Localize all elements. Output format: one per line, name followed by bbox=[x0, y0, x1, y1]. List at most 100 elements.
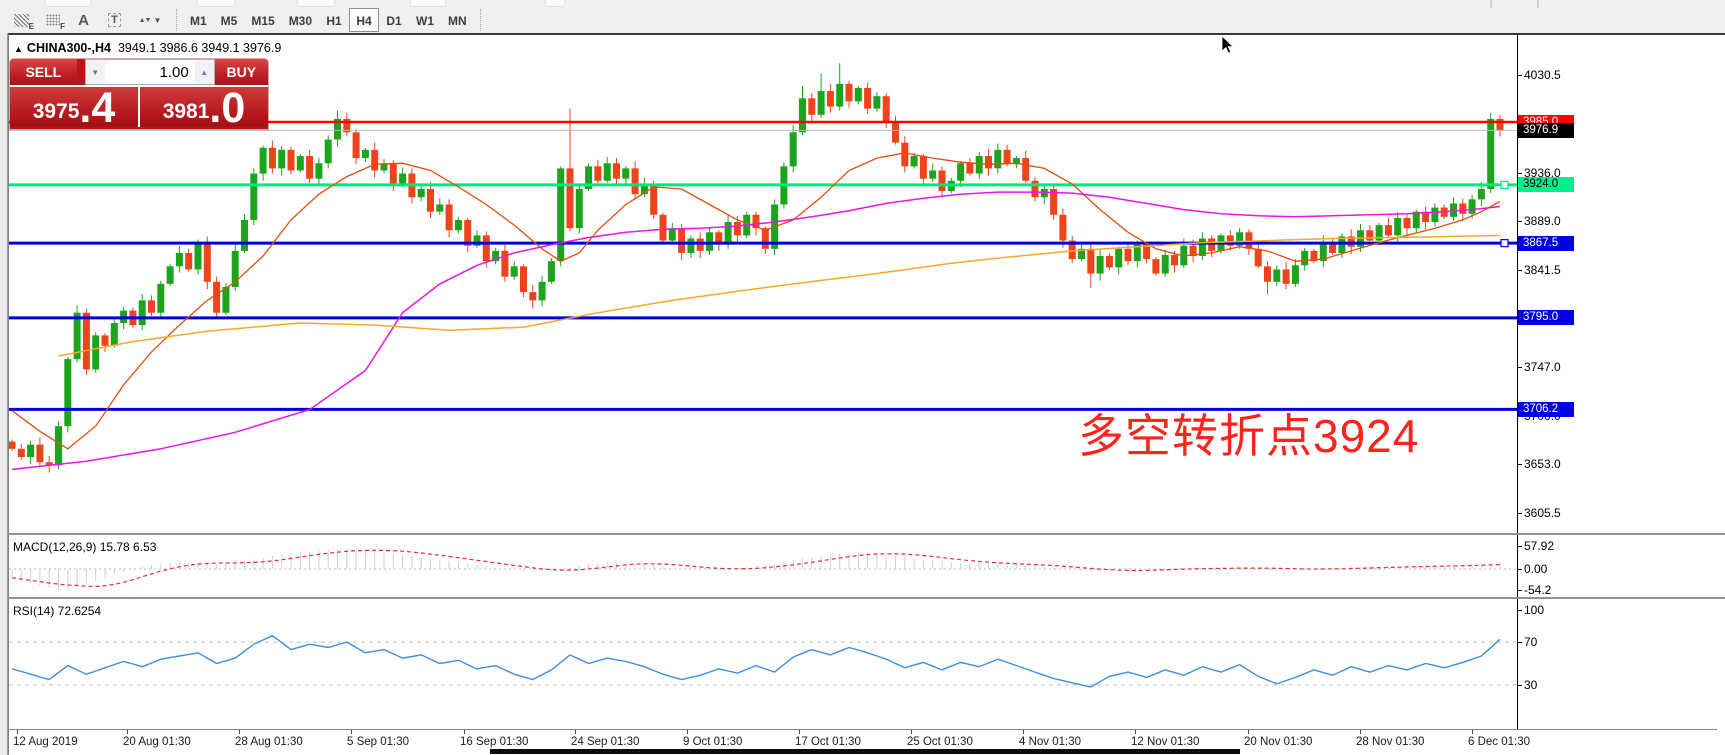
text-label-glyph: A bbox=[78, 12, 89, 29]
timeframe-button-w1[interactable]: W1 bbox=[409, 8, 441, 32]
clipped-toolbar-fragment bbox=[297, 0, 335, 7]
price-tick-label: 3605.5 bbox=[1524, 506, 1561, 520]
text-box-glyph: T bbox=[108, 13, 121, 27]
clipped-toolbar-fragment bbox=[545, 0, 565, 7]
timeframe-button-mn[interactable]: MN bbox=[441, 8, 474, 32]
volume-input[interactable] bbox=[105, 60, 195, 84]
macd-tick-mark bbox=[1517, 590, 1522, 591]
hatch-glyph bbox=[14, 14, 29, 27]
buy-price-display[interactable]: 3981.0 bbox=[140, 87, 268, 127]
level-price-badge: 3924.0 bbox=[1518, 177, 1574, 192]
buy-price-main: 3981 bbox=[163, 100, 210, 124]
time-tick-mark bbox=[1023, 730, 1024, 734]
current-price-badge: 3976.9 bbox=[1518, 123, 1574, 138]
collapse-triangle-icon[interactable]: ▲ bbox=[14, 44, 23, 54]
buy-button[interactable]: BUY bbox=[215, 59, 268, 85]
mouse-cursor bbox=[1221, 36, 1235, 56]
timeframe-button-h1[interactable]: H1 bbox=[319, 8, 349, 32]
price-tick-mark bbox=[1517, 75, 1522, 76]
toolbar-separator bbox=[176, 9, 177, 31]
buy-price-pips: .0 bbox=[209, 89, 245, 127]
time-tick-label: 20 Aug 01:30 bbox=[123, 736, 191, 748]
rsi-label: RSI(14) 72.6254 bbox=[13, 604, 101, 618]
macd-label: MACD(12,26,9) 15.78 6.53 bbox=[13, 540, 156, 554]
macd-indicator-canvas[interactable] bbox=[9, 536, 1517, 596]
sell-button[interactable]: SELL bbox=[10, 59, 77, 85]
sell-price-display[interactable]: 3975.4 bbox=[10, 87, 140, 127]
text-label-icon[interactable]: A bbox=[68, 8, 99, 32]
time-tick-mark bbox=[1248, 730, 1249, 734]
time-tick-label: 4 Nov 01:30 bbox=[1019, 736, 1081, 748]
timeframe-button-m5[interactable]: M5 bbox=[214, 8, 245, 32]
time-tick-label: 28 Nov 01:30 bbox=[1356, 736, 1424, 748]
macd-axis-label: 57.92 bbox=[1524, 539, 1554, 553]
window-left-edge bbox=[0, 33, 8, 755]
time-tick-label: 24 Sep 01:30 bbox=[571, 736, 639, 748]
level-price-badge: 3867.5 bbox=[1518, 236, 1574, 251]
volume-increase-button[interactable]: ▲ bbox=[195, 60, 214, 84]
sell-price-main: 3975 bbox=[33, 100, 80, 124]
time-tick-label: 9 Oct 01:30 bbox=[683, 736, 742, 748]
timeframe-button-m30[interactable]: M30 bbox=[282, 8, 319, 32]
ohlc-values: 3949.1 3986.6 3949.1 3976.9 bbox=[118, 41, 281, 55]
rsi-axis-label: 30 bbox=[1524, 678, 1537, 692]
timeframe-button-h4[interactable]: H4 bbox=[349, 8, 379, 32]
price-tick-label: 3653.0 bbox=[1524, 457, 1561, 471]
time-tick-mark bbox=[127, 730, 128, 734]
symbol-name: CHINA300-,H4 bbox=[27, 41, 111, 55]
price-tick-label: 3747.0 bbox=[1524, 360, 1561, 374]
time-tick-label: 6 Dec 01:30 bbox=[1468, 736, 1530, 748]
time-tick-label: 20 Nov 01:30 bbox=[1244, 736, 1312, 748]
price-tick-mark bbox=[1517, 464, 1522, 465]
price-axis-line bbox=[1517, 34, 1518, 729]
timeframe-button-m15[interactable]: M15 bbox=[244, 8, 281, 32]
rsi-line bbox=[12, 636, 1500, 687]
macd-axis-label: -54.2 bbox=[1524, 583, 1551, 597]
bottom-black-bar bbox=[490, 749, 1240, 754]
clipped-toolbar-fragment bbox=[197, 0, 235, 7]
timeframe-button-d1[interactable]: D1 bbox=[379, 8, 409, 32]
rsi-indicator-canvas[interactable] bbox=[9, 600, 1517, 728]
level-price-badge: 3795.0 bbox=[1518, 310, 1574, 325]
time-tick-mark bbox=[1472, 730, 1473, 734]
chart-title: ▲ CHINA300-,H4 3949.1 3986.6 3949.1 3976.… bbox=[14, 41, 281, 55]
clipped-toolbar-fragment bbox=[410, 0, 446, 7]
time-tick-label: 5 Sep 01:30 bbox=[347, 736, 409, 748]
toolbar-edge-mark bbox=[1490, 0, 1492, 8]
one-click-trading-panel: SELL ▼ ▲ BUY 3975.4 3981.0 bbox=[10, 59, 268, 129]
indicators-icon-sub: E bbox=[29, 22, 34, 31]
sell-price-pips: .4 bbox=[79, 89, 115, 127]
time-tick-label: 17 Oct 01:30 bbox=[795, 736, 861, 748]
timeframe-button-group: M1M5M15M30H1H4D1W1MN bbox=[183, 8, 474, 32]
volume-decrease-button[interactable]: ▼ bbox=[86, 60, 105, 84]
application-window: E F A T ▲▼ ▼ M1M5M15M30H1H4D1W1MN ▲ CHINA… bbox=[0, 0, 1725, 755]
timeframe-button-m1[interactable]: M1 bbox=[183, 8, 214, 32]
arrange-glyph: ▲▼ bbox=[139, 17, 151, 24]
price-tick-mark bbox=[1517, 367, 1522, 368]
time-tick-label: 28 Aug 01:30 bbox=[235, 736, 303, 748]
time-tick-mark bbox=[1360, 730, 1361, 734]
panel-separator[interactable] bbox=[8, 597, 1725, 599]
grid-icon-sub: F bbox=[60, 22, 65, 31]
price-tick-mark bbox=[1517, 173, 1522, 174]
time-tick-label: 25 Oct 01:30 bbox=[907, 736, 973, 748]
grid-icon[interactable]: F bbox=[37, 8, 68, 32]
rsi-tick-mark bbox=[1517, 610, 1522, 611]
text-box-icon[interactable]: T bbox=[99, 8, 130, 32]
panel-separator[interactable] bbox=[8, 533, 1725, 535]
macd-axis-label: 0.00 bbox=[1524, 562, 1547, 576]
volume-stepper: ▼ ▲ bbox=[85, 59, 215, 85]
time-tick-mark bbox=[17, 730, 18, 734]
price-tick-mark bbox=[1517, 513, 1522, 514]
time-tick-label: 12 Aug 2019 bbox=[13, 736, 78, 748]
price-tick-label: 3841.5 bbox=[1524, 263, 1561, 277]
time-tick-mark bbox=[239, 730, 240, 734]
chart-text-annotation[interactable]: 多空转折点3924 bbox=[1078, 400, 1419, 466]
time-tick-mark bbox=[575, 730, 576, 734]
top-toolbar: E F A T ▲▼ ▼ M1M5M15M30H1H4D1W1MN bbox=[0, 0, 1725, 33]
arrange-icon[interactable]: ▲▼ ▼ bbox=[130, 8, 170, 32]
macd-tick-mark bbox=[1517, 546, 1522, 547]
indicators-icon[interactable]: E bbox=[6, 8, 37, 32]
clipped-toolbar-fragment bbox=[45, 0, 91, 7]
toolbar-edge-mark bbox=[1537, 0, 1539, 8]
